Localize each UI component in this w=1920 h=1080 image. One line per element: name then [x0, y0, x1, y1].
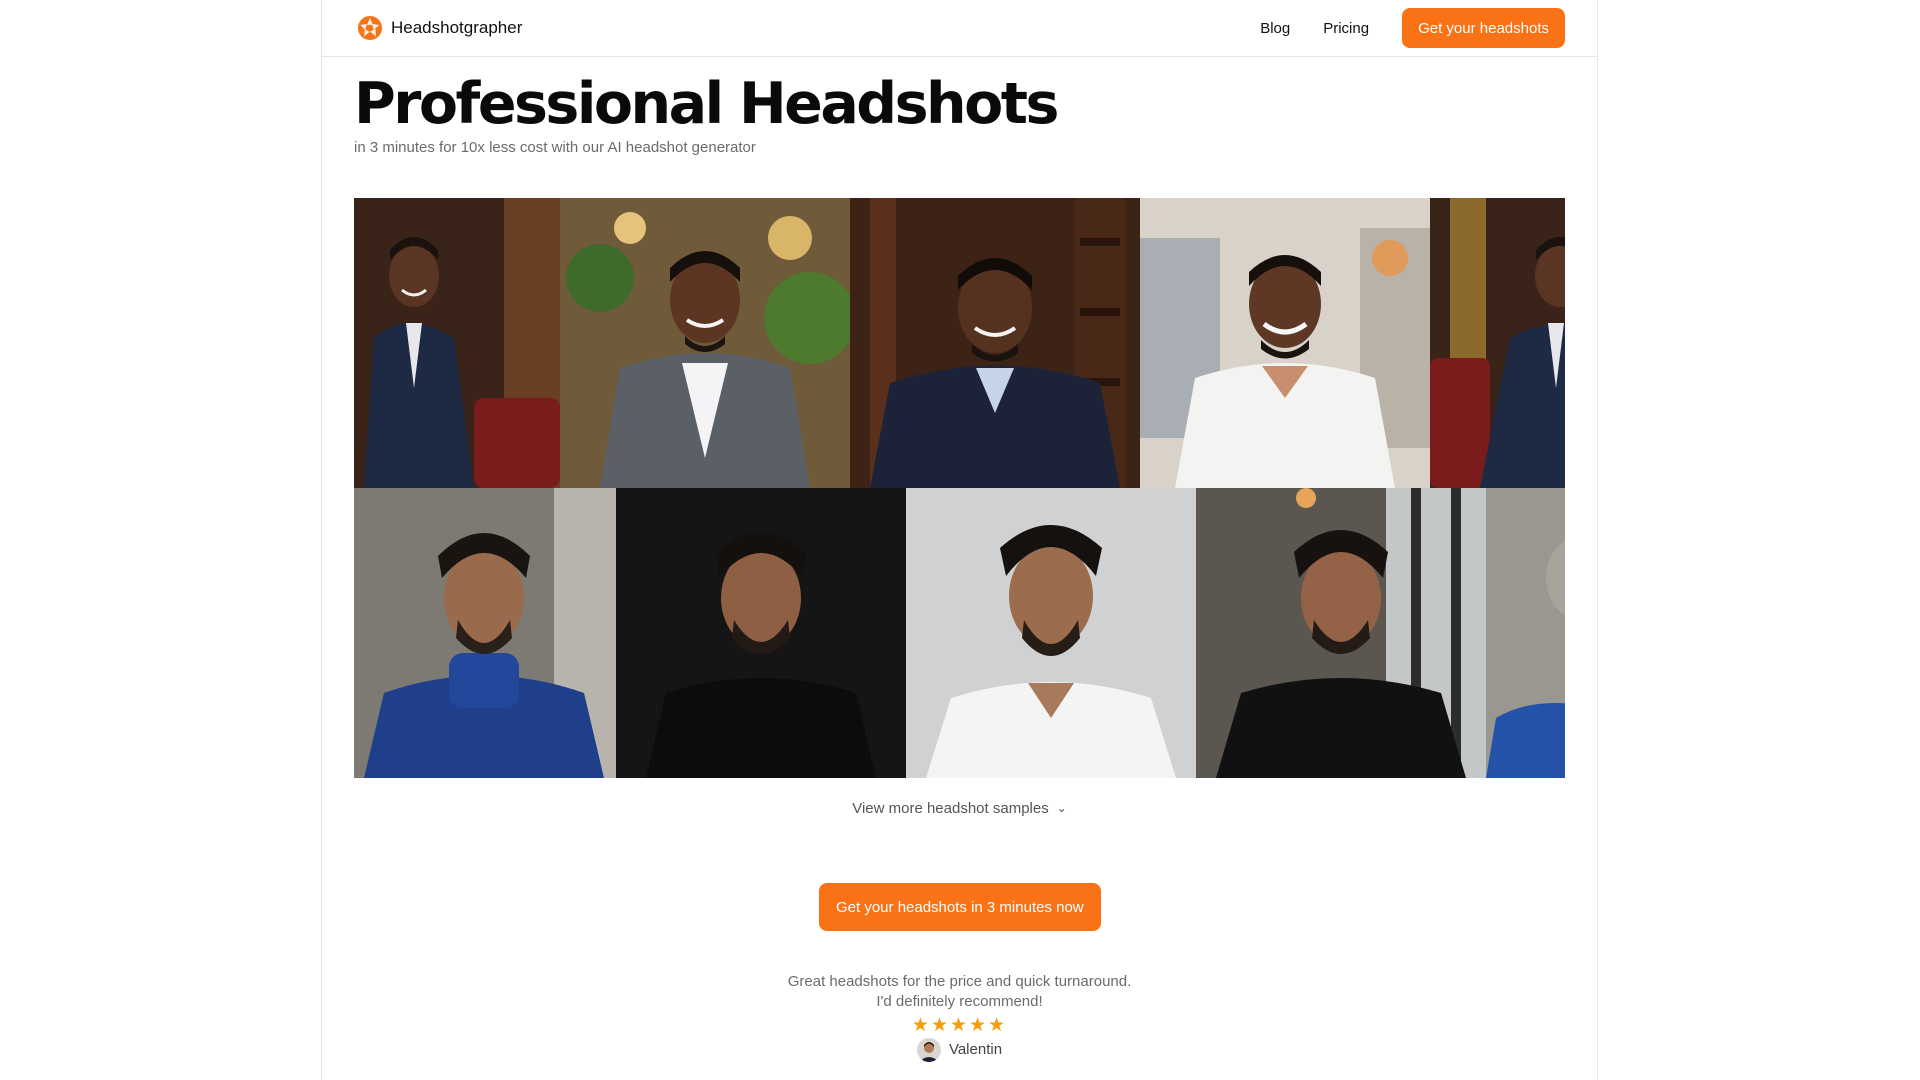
headshot-photo[interactable] [354, 488, 616, 778]
view-more-samples-label: View more headshot samples [852, 800, 1049, 817]
headshot-photo[interactable] [1430, 198, 1565, 488]
headshot-photo[interactable] [1140, 198, 1430, 488]
headshot-photo[interactable] [850, 198, 1140, 488]
testimonial-quote-line-1: Great headshots for the price and quick … [787, 973, 1132, 990]
headshot-photo[interactable] [1486, 488, 1565, 778]
page-container: Headshotgrapher Blog Pricing Get your he… [321, 0, 1598, 1080]
top-nav: Headshotgrapher Blog Pricing Get your he… [322, 0, 1597, 57]
chevron-down-icon: ⌄ [1056, 801, 1067, 815]
nav-link-pricing[interactable]: Pricing [1323, 20, 1369, 37]
gallery-row [354, 198, 1565, 488]
rating-stars: ★★★★★ [911, 1015, 1008, 1036]
testimonial: Great headshots for the price and quick … [322, 972, 1597, 1068]
brand-name: Headshotgrapher [391, 18, 523, 37]
avatar [916, 1038, 941, 1062]
view-more-samples-link[interactable]: View more headshot samples ⌄ [322, 800, 1597, 817]
headshot-photo[interactable] [354, 198, 560, 488]
headshot-photo[interactable] [906, 488, 1196, 778]
testimonial-quote-line-2: I'd definitely recommend! [876, 993, 1043, 1010]
nav-link-blog[interactable]: Blog [1260, 20, 1290, 37]
brand-link[interactable]: Headshotgrapher [357, 15, 522, 41]
page-title: Professional Headshots [354, 71, 1059, 137]
page-subtitle: in 3 minutes for 10x less cost with our … [354, 139, 756, 156]
nav-links: Blog Pricing Get your headshots [1260, 8, 1565, 48]
get-headshots-now-button[interactable]: Get your headshots in 3 minutes now [819, 883, 1101, 931]
headshot-photo[interactable] [616, 488, 906, 778]
reviewer-name: Valentin [948, 1041, 1003, 1058]
headshot-photo[interactable] [1196, 488, 1486, 778]
aperture-icon [358, 16, 382, 40]
headshot-gallery [354, 198, 1565, 778]
gallery-row [354, 488, 1565, 778]
headshot-photo[interactable] [560, 198, 850, 488]
get-headshots-button[interactable]: Get your headshots [1402, 8, 1565, 48]
reviewer: Valentin [916, 1038, 1003, 1062]
